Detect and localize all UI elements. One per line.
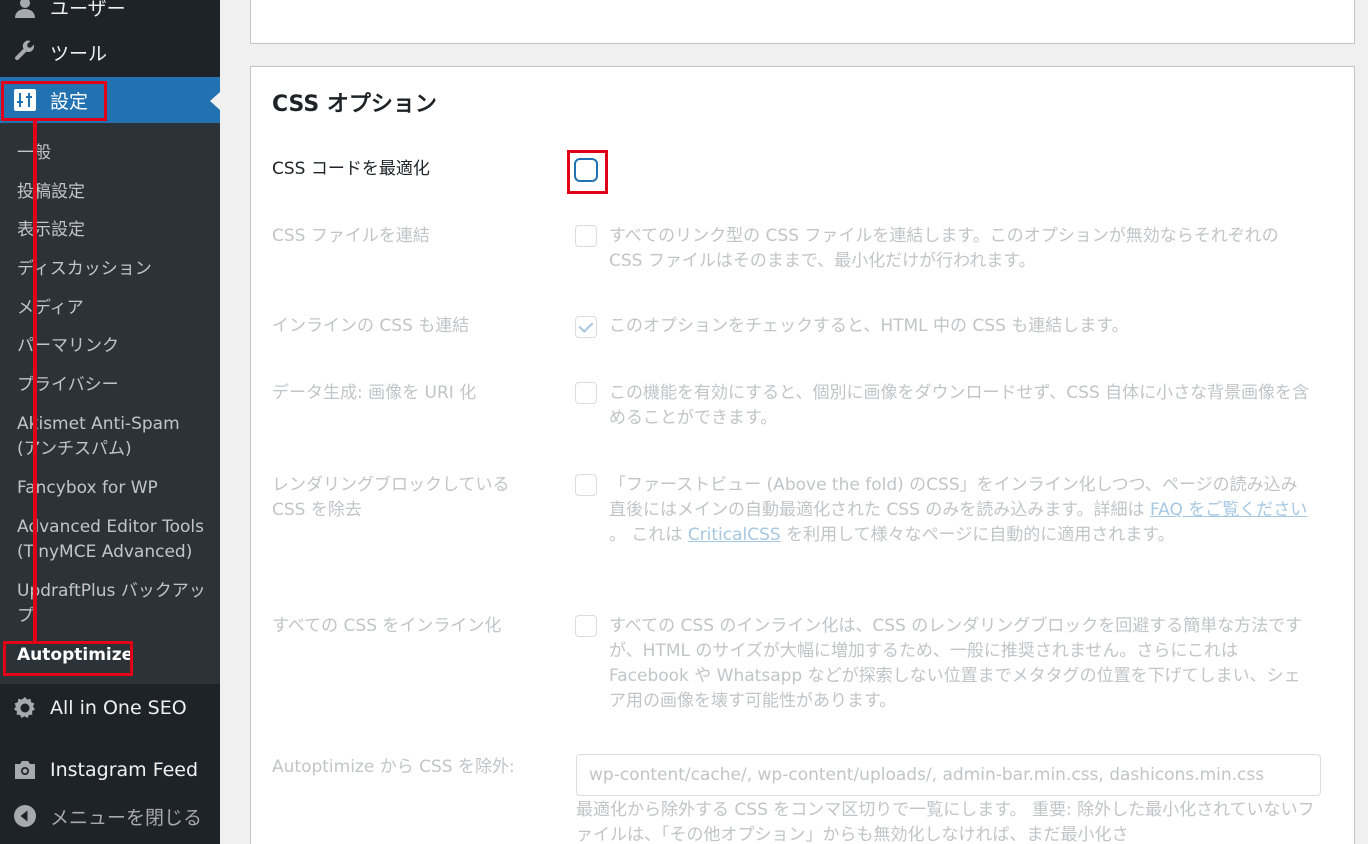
aggregate-css-label: CSS ファイルを連結 — [272, 226, 430, 246]
submenu-media[interactable]: メディア — [17, 296, 207, 321]
datauri-description: この機能を有効にすると、個別に画像をダウンロードせず、CSS 自体に小さな背景画… — [609, 383, 1310, 428]
exclude-css-input[interactable]: wp-content/cache/, wp-content/uploads/, … — [576, 754, 1321, 796]
current-menu-arrow — [210, 92, 220, 110]
render-blocking-desc-part2: 。 これは — [609, 525, 688, 545]
submenu-writing[interactable]: 投稿設定 — [17, 180, 207, 205]
inline-css-label: インラインの CSS も連結 — [272, 316, 470, 336]
render-blocking-description: 「ファーストビュー (Above the fold) のCSS」をインライン化し… — [609, 473, 1314, 548]
submenu-akismet[interactable]: Akismet Anti-Spam (アンチスパム) — [17, 412, 207, 462]
submenu-advanced-editor-tools[interactable]: Advanced Editor Tools (TinyMCE Advanced) — [17, 515, 207, 565]
inline-css-description: このオプションをチェックすると、HTML 中の CSS も連結します。 — [609, 316, 1129, 336]
menu-users-label: ユーザー — [50, 0, 126, 20]
faq-link[interactable]: FAQ をご覧ください — [1150, 500, 1307, 520]
submenu-fancybox[interactable]: Fancybox for WP — [17, 476, 207, 501]
highlight-connector-line — [33, 121, 37, 641]
optimize-css-label: CSS コードを最適化 — [272, 159, 430, 179]
inline-all-css-description: すべての CSS のインライン化は、CSS のレンダリングブロックを回避する簡単… — [609, 616, 1303, 711]
submenu-updraftplus[interactable]: UpdraftPlus バックアップ — [17, 579, 207, 629]
render-blocking-label: レンダリングブロックしている CSS を除去 — [272, 475, 510, 520]
collapse-menu-label: メニューを閉じる — [50, 806, 203, 829]
collapse-arrow-icon — [13, 804, 37, 828]
highlight-checkbox-box — [567, 150, 608, 194]
inline-all-css-checkbox[interactable] — [575, 615, 597, 637]
datauri-label: データ生成: 画像を URI 化 — [272, 383, 477, 403]
menu-users[interactable]: ユーザー — [0, 0, 220, 30]
menu-instagram-label: Instagram Feed — [50, 759, 199, 781]
submenu-permalink[interactable]: パーマリンク — [17, 334, 207, 359]
highlight-settings-box — [1, 81, 107, 121]
user-icon — [13, 0, 37, 19]
render-blocking-checkbox[interactable] — [575, 474, 597, 496]
css-options-title: CSS オプション — [272, 92, 437, 117]
menu-tools[interactable]: ツール — [0, 29, 220, 75]
inline-css-checkbox[interactable] — [575, 316, 597, 338]
datauri-checkbox[interactable] — [575, 382, 597, 404]
css-options-panel — [250, 66, 1355, 844]
menu-instagram-feed[interactable]: Instagram Feed — [0, 747, 220, 793]
aggregate-css-checkbox[interactable] — [575, 225, 597, 247]
wrench-icon — [13, 40, 37, 64]
highlight-autoptimize-box — [3, 641, 133, 676]
collapse-menu-button[interactable]: メニューを閉じる — [0, 793, 220, 839]
submenu-privacy[interactable]: プライバシー — [17, 373, 207, 398]
menu-aioseo-label: All in One SEO — [50, 697, 187, 719]
submenu-general[interactable]: 一般 — [17, 141, 207, 166]
menu-tools-label: ツール — [50, 42, 108, 65]
submenu-discussion[interactable]: ディスカッション — [17, 257, 207, 282]
previous-options-panel — [250, 0, 1355, 44]
aggregate-css-description: すべてのリンク型の CSS ファイルを連結します。このオプションが無効ならそれぞ… — [609, 226, 1279, 271]
inline-all-css-label: すべての CSS をインライン化 — [272, 616, 502, 636]
criticalcss-link[interactable]: CriticalCSS — [688, 525, 781, 545]
camera-icon — [13, 758, 37, 782]
exclude-css-label: Autoptimize から CSS を除外: — [272, 757, 515, 777]
menu-all-in-one-seo[interactable]: All in One SEO — [0, 685, 220, 731]
aioseo-gear-icon — [13, 696, 37, 720]
render-blocking-desc-part3: を利用して様々なページに自動的に適用されます。 — [780, 525, 1175, 545]
submenu-reading[interactable]: 表示設定 — [17, 218, 207, 243]
exclude-css-help-text: 最適化から除外する CSS をコンマ区切りで一覧にします。 重要: 除外した最小… — [576, 800, 1315, 844]
